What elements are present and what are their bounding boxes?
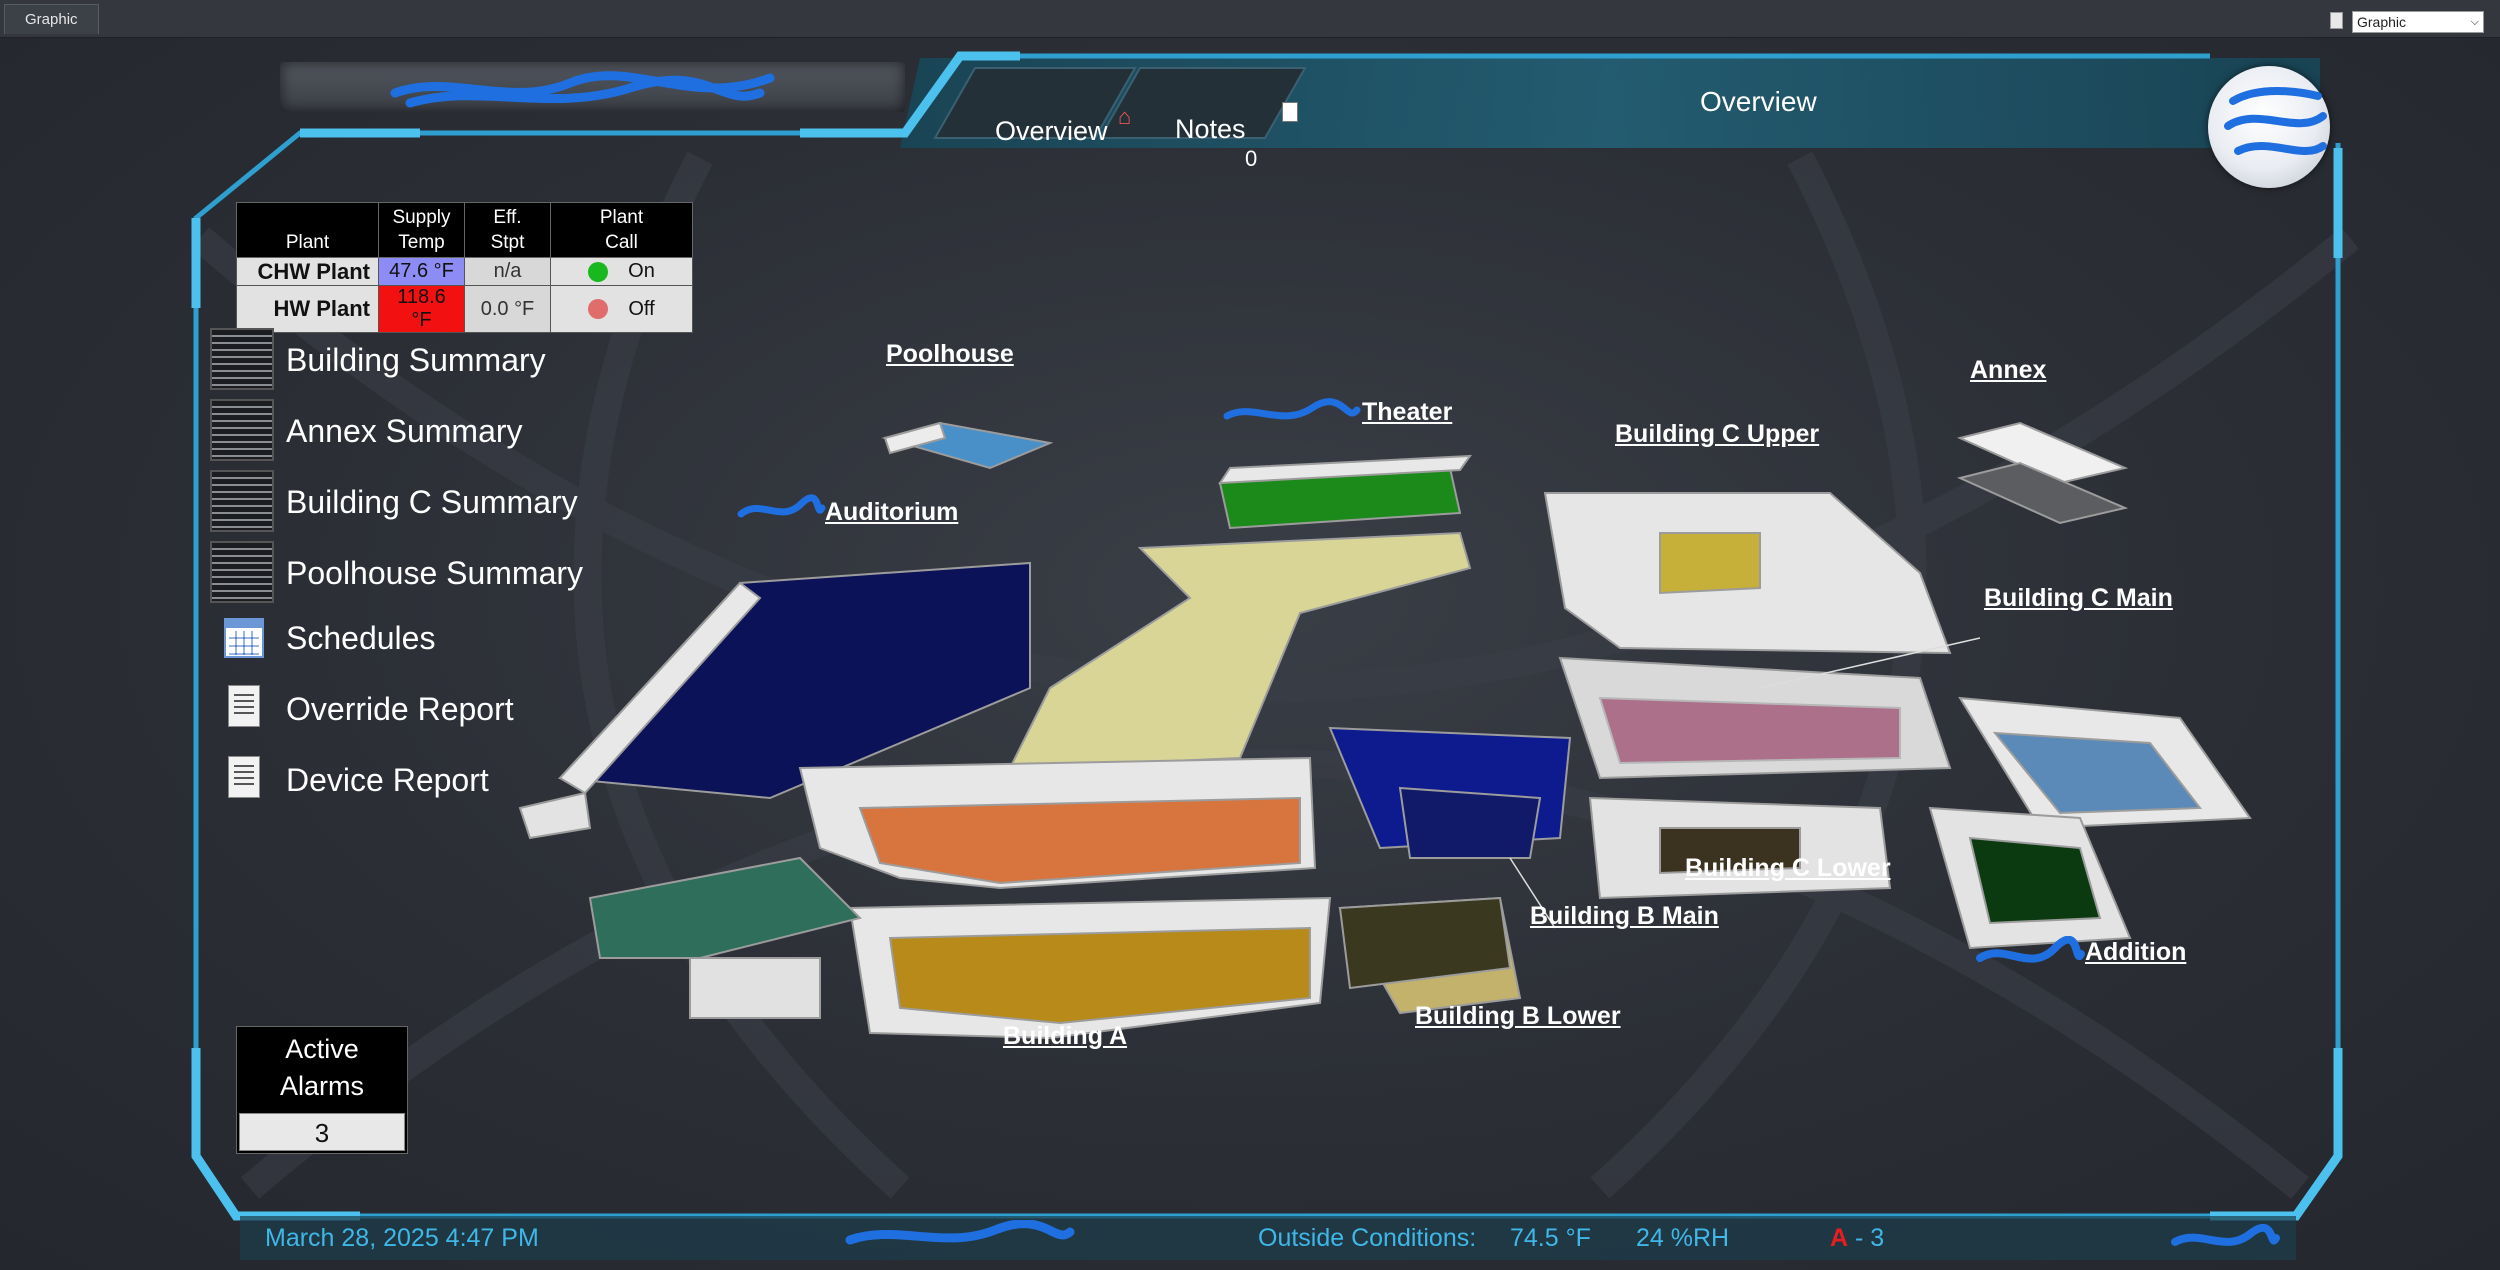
nav-label: Annex Summary: [286, 413, 523, 449]
tab-graphic[interactable]: Graphic: [4, 4, 99, 34]
plant-call: Off: [550, 285, 693, 333]
view-select[interactable]: Graphic ⌵: [2352, 11, 2484, 33]
eff-stpt: 0.0 °F: [464, 285, 551, 333]
alarms-title-line2: Alarms: [279, 1071, 364, 1101]
table-row[interactable]: CHW Plant 47.6 °F n/a On: [236, 257, 693, 286]
redaction-scribble: [390, 71, 775, 108]
alarm-count: 3: [239, 1113, 405, 1151]
nav-schedules[interactable]: Schedules: [210, 606, 610, 668]
nav-building-c-summary[interactable]: Building C Summary: [210, 470, 610, 532]
floor-stack-icon: [210, 328, 274, 390]
report-icon: [210, 677, 274, 739]
table-header-row: Plant Supply Temp Eff. Stpt Plant Call: [236, 202, 693, 258]
col-eff-stpt: Eff. Stpt: [464, 202, 551, 258]
map-label-building-b-main[interactable]: Building B Main: [1530, 902, 1719, 931]
redaction-scribble: [1223, 398, 1361, 420]
floor-stack-icon: [210, 470, 274, 532]
plant-call: On: [550, 257, 693, 286]
chevron-down-icon: ⌵: [2470, 16, 2479, 28]
calendar-icon: [210, 606, 274, 668]
notes-count: 0: [1245, 146, 1258, 171]
redaction-scribble: [845, 1220, 1075, 1245]
plant-call-value: Off: [628, 297, 655, 320]
nav-label: Building C Summary: [286, 484, 578, 520]
supply-temp: 118.6 °F: [378, 285, 465, 333]
tab-overview-label: Overview: [995, 116, 1108, 146]
alarms-title-line1: Active: [285, 1034, 359, 1064]
map-label-building-b-lower[interactable]: Building B Lower: [1415, 1002, 1621, 1031]
map-label-building-c-lower[interactable]: Building C Lower: [1685, 854, 1891, 883]
table-row[interactable]: HW Plant 118.6 °F 0.0 °F Off: [236, 285, 693, 333]
map-label-building-a[interactable]: Building A: [1003, 1022, 1127, 1051]
nav-label: Override Report: [286, 691, 514, 727]
floor-stack-icon: [210, 399, 274, 461]
window-tab-strip: Graphic Graphic ⌵: [0, 0, 2500, 38]
map-label-building-c-main[interactable]: Building C Main: [1984, 584, 2173, 613]
status-indicator-icon: [588, 299, 609, 320]
logo: [2208, 66, 2330, 188]
nav-label: Device Report: [286, 762, 489, 798]
page-title: Overview: [1700, 86, 1817, 117]
plant-name[interactable]: HW Plant: [236, 285, 379, 333]
redaction-scribble: [1976, 936, 2085, 963]
report-icon: [210, 748, 274, 810]
redaction-scribble: [737, 494, 826, 518]
nav-annex-summary[interactable]: Annex Summary: [210, 399, 610, 461]
map-label-building-c-upper[interactable]: Building C Upper: [1615, 420, 1819, 449]
plant-name[interactable]: CHW Plant: [236, 257, 379, 286]
footer-datetime: March 28, 2025 4:47 PM: [265, 1224, 539, 1252]
col-plant: Plant: [236, 202, 379, 258]
nav-device-report[interactable]: Device Report: [210, 748, 610, 810]
nav-override-report[interactable]: Override Report: [210, 677, 610, 739]
footer-alarm-summary[interactable]: A - 3: [1830, 1224, 1884, 1253]
map-label-theater[interactable]: Theater: [1362, 398, 1452, 427]
map-label-auditorium[interactable]: Auditorium: [825, 498, 958, 527]
plant-status-table: Plant Supply Temp Eff. Stpt Plant Call C…: [236, 202, 693, 333]
map-label-poolhouse[interactable]: Poolhouse: [886, 340, 1014, 369]
status-indicator-icon: [588, 261, 609, 282]
logo-scribble: [2224, 87, 2327, 155]
map-label-addition[interactable]: Addition: [2085, 938, 2186, 967]
nav-label: Schedules: [286, 620, 436, 656]
outside-conditions-label: Outside Conditions:: [1258, 1224, 1477, 1252]
view-page-icon: [2330, 12, 2343, 29]
eff-stpt: n/a: [464, 257, 551, 286]
outside-temp: 74.5 °F: [1510, 1224, 1591, 1252]
supply-temp: 47.6 °F: [378, 257, 465, 286]
nav-label: Poolhouse Summary: [286, 555, 584, 591]
col-supply-temp: Supply Temp: [378, 202, 465, 258]
col-plant-call: Plant Call: [550, 202, 693, 258]
tab-overview[interactable]: Overview ⌂: [950, 70, 1140, 166]
nav-building-summary[interactable]: Building Summary: [210, 328, 610, 390]
footer-alarm-count: - 3: [1848, 1224, 1885, 1252]
tab-notes[interactable]: Notes 0: [1120, 70, 1300, 171]
nav-poolhouse-summary[interactable]: Poolhouse Summary: [210, 541, 610, 603]
graphic-canvas: Overview ⌂ Notes 0 Overview Plant Supply…: [0, 38, 2500, 1270]
outside-rh: 24 %RH: [1636, 1224, 1730, 1252]
tab-notes-label: Notes: [1175, 114, 1246, 144]
redaction-scribble: [2171, 1223, 2280, 1246]
alarm-icon: A: [1830, 1224, 1849, 1252]
nav-label: Building Summary: [286, 342, 546, 378]
view-select-value: Graphic: [2357, 14, 2407, 30]
document-icon: [1282, 102, 1298, 122]
map-label-annex[interactable]: Annex: [1970, 356, 2046, 385]
floor-stack-icon: [210, 541, 274, 603]
plant-call-value: On: [628, 260, 655, 282]
active-alarms-box[interactable]: Active Alarms 3: [236, 1026, 408, 1154]
